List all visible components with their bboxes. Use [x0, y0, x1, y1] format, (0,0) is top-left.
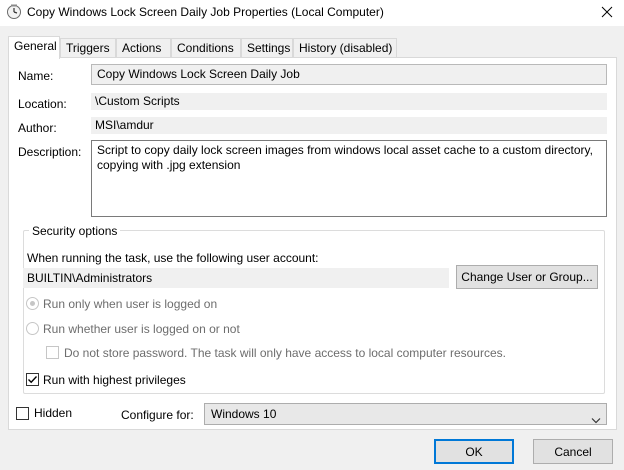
author-label: Author:: [18, 121, 57, 135]
tab-general[interactable]: General: [8, 36, 60, 59]
tab-actions[interactable]: Actions: [116, 38, 171, 58]
checkmark-icon: [28, 376, 38, 384]
title-bar: Copy Windows Lock Screen Daily Job Prope…: [0, 0, 624, 26]
configure-for-dropdown[interactable]: Windows 10: [204, 403, 607, 425]
tab-triggers[interactable]: Triggers: [60, 38, 116, 58]
radio-logged-on-only[interactable]: [26, 297, 39, 310]
radio-whether-logged-on-label: Run whether user is logged on or not: [43, 322, 240, 336]
tab-settings[interactable]: Settings: [241, 38, 293, 58]
tab-label: Conditions: [177, 41, 234, 55]
configure-for-label: Configure for:: [121, 408, 194, 422]
do-not-store-password-checkbox[interactable]: [46, 346, 59, 359]
radio-selected-dot: [30, 301, 35, 306]
task-scheduler-clock-icon: [6, 4, 22, 20]
close-icon: [601, 6, 613, 21]
radio-whether-logged-on[interactable]: [26, 322, 39, 335]
window-title: Copy Windows Lock Screen Daily Job Prope…: [27, 5, 384, 19]
cancel-button[interactable]: Cancel: [533, 439, 613, 464]
user-account-value: BUILTIN\Administrators: [23, 268, 449, 288]
tab-history[interactable]: History (disabled): [293, 38, 397, 58]
security-options-legend: Security options: [29, 224, 121, 238]
tab-label: General: [14, 39, 57, 53]
name-label: Name:: [18, 69, 54, 83]
tab-label: Settings: [247, 41, 291, 55]
chevron-down-icon: [591, 410, 601, 430]
close-button[interactable]: [590, 0, 624, 26]
do-not-store-password-label: Do not store password. The task will onl…: [64, 346, 506, 360]
hidden-checkbox[interactable]: [16, 407, 29, 420]
account-prompt: When running the task, use the following…: [27, 251, 319, 265]
location-value: \Custom Scripts: [91, 93, 607, 110]
highest-privileges-checkbox[interactable]: [26, 373, 39, 386]
author-value: MSI\amdur: [91, 117, 607, 134]
tab-label: Actions: [122, 41, 162, 55]
location-label: Location:: [18, 97, 67, 111]
change-user-button[interactable]: Change User or Group...: [456, 265, 598, 289]
name-field[interactable]: Copy Windows Lock Screen Daily Job: [91, 64, 607, 85]
hidden-label: Hidden: [34, 406, 73, 420]
ok-button[interactable]: OK: [434, 439, 514, 464]
tab-conditions[interactable]: Conditions: [171, 38, 241, 58]
highest-privileges-label: Run with highest privileges: [43, 373, 186, 387]
description-textarea[interactable]: Script to copy daily lock screen images …: [91, 140, 607, 217]
tab-label: History (disabled): [299, 41, 393, 55]
configure-for-value: Windows 10: [211, 407, 277, 421]
radio-logged-on-only-label: Run only when user is logged on: [43, 297, 218, 311]
description-label: Description:: [18, 145, 82, 159]
tab-label: Triggers: [66, 41, 110, 55]
general-tab-panel: Name: Copy Windows Lock Screen Daily Job…: [8, 57, 617, 430]
